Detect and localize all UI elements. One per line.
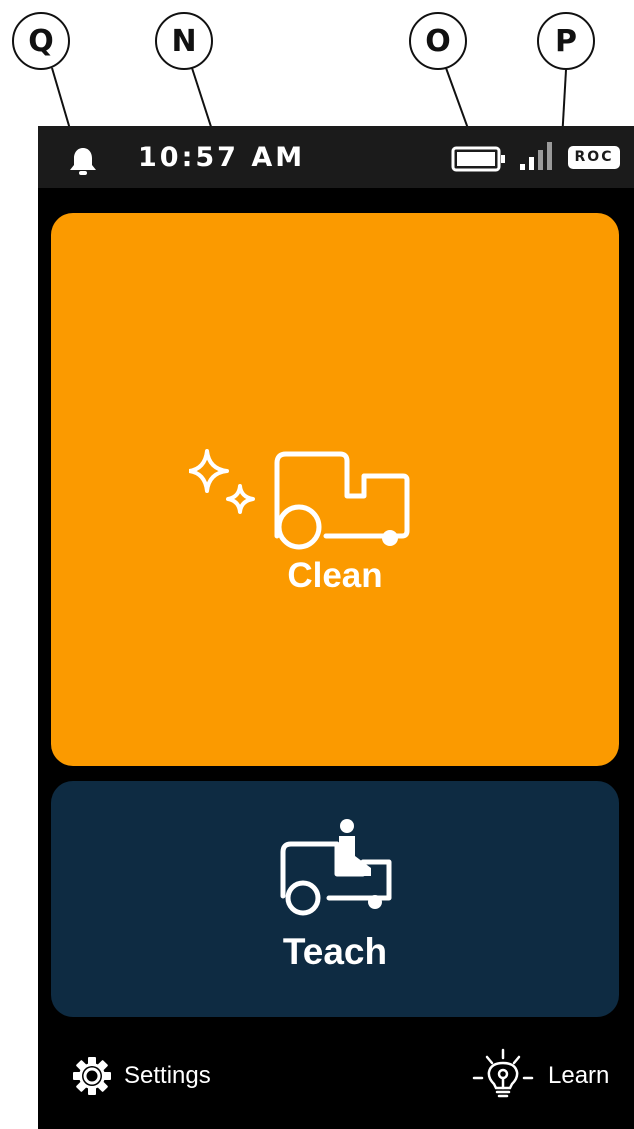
device-screen: 10:57 AM ROC Clean Teach Settings Learn: [38, 126, 634, 1129]
lightbulb-icon: [472, 1048, 534, 1098]
callout-q: Q: [12, 12, 70, 70]
signal-strength-icon: [520, 142, 552, 170]
scrubber-with-operator-icon: [280, 819, 392, 916]
callout-p: P: [537, 12, 595, 70]
teach-label: Teach: [282, 931, 388, 972]
sparkle-scrubber-icon: [189, 449, 410, 550]
battery-icon: [451, 146, 505, 172]
gear-icon: [73, 1057, 111, 1095]
settings-label: Settings: [124, 1062, 211, 1089]
clean-button[interactable]: Clean: [51, 213, 619, 766]
callout-o: O: [409, 12, 467, 70]
callout-n: N: [155, 12, 213, 70]
learn-button[interactable]: Learn: [470, 1048, 610, 1098]
settings-button[interactable]: Settings: [72, 1054, 211, 1098]
learn-label: Learn: [548, 1062, 610, 1089]
clean-label: Clean: [287, 556, 383, 595]
callout-leader-lines: [51, 67, 567, 140]
teach-button[interactable]: Teach: [51, 781, 619, 1017]
bell-icon[interactable]: [66, 146, 100, 176]
clock-time: 10:57 AM: [138, 142, 306, 173]
status-bar: 10:57 AM ROC: [38, 126, 634, 188]
roc-badge: ROC: [568, 146, 620, 169]
